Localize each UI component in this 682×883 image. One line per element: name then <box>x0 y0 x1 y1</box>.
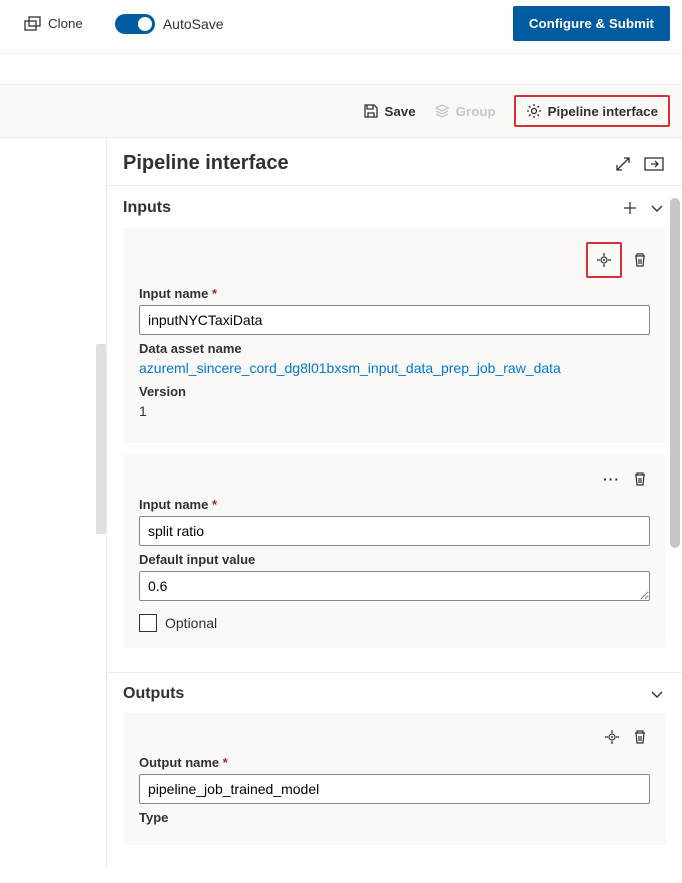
locate-icon[interactable] <box>594 250 614 270</box>
dock-icon[interactable] <box>642 154 666 174</box>
version-label: Version <box>139 384 650 399</box>
autosave-label: AutoSave <box>163 16 224 32</box>
autosave-toggle-group: AutoSave <box>115 14 224 34</box>
outputs-section: Outputs Output name * Ty <box>107 672 682 869</box>
output-name-field[interactable] <box>139 774 650 804</box>
group-button: Group <box>434 103 496 119</box>
card-actions <box>139 727 650 747</box>
delete-icon[interactable] <box>630 469 650 489</box>
optional-checkbox[interactable] <box>139 614 157 632</box>
toolbar: Save Group Pipeline interface <box>0 84 682 138</box>
data-asset-label: Data asset name <box>139 341 650 356</box>
main: Pipeline interface Inputs <box>0 138 682 869</box>
left-gutter <box>0 138 106 869</box>
group-icon <box>434 103 450 119</box>
resize-handle[interactable] <box>96 344 106 534</box>
optional-label: Optional <box>165 615 217 631</box>
pipeline-interface-label: Pipeline interface <box>548 104 658 119</box>
collapse-inputs-button[interactable] <box>648 199 666 217</box>
panel-header: Pipeline interface <box>107 138 682 185</box>
card-actions <box>139 242 650 278</box>
collapse-outputs-button[interactable] <box>648 685 666 703</box>
default-value-label: Default input value <box>139 552 650 567</box>
save-button[interactable]: Save <box>363 103 416 119</box>
input-card: Input name * Data asset name azureml_sin… <box>123 228 666 443</box>
top-bar: Clone AutoSave Configure & Submit <box>0 0 682 54</box>
scrollbar[interactable] <box>670 198 680 548</box>
default-value-field[interactable]: 0.6 <box>139 571 650 601</box>
clone-icon <box>24 16 42 32</box>
clone-button[interactable]: Clone <box>24 16 83 32</box>
delete-icon[interactable] <box>630 727 650 747</box>
output-name-label: Output name * <box>139 755 650 770</box>
delete-icon[interactable] <box>630 250 650 270</box>
inputs-section: Inputs <box>107 185 682 672</box>
outputs-title: Outputs <box>123 685 648 703</box>
input-name-field[interactable] <box>139 516 650 546</box>
clone-label: Clone <box>48 16 83 31</box>
outputs-section-header: Outputs <box>123 685 666 703</box>
input-name-field[interactable] <box>139 305 650 335</box>
input-name-label: Input name * <box>139 286 650 301</box>
add-input-button[interactable] <box>620 198 640 218</box>
data-asset-link[interactable]: azureml_sincere_cord_dg8l01bxsm_input_da… <box>139 360 650 376</box>
gear-icon <box>526 103 542 119</box>
output-card: Output name * Type <box>123 713 666 845</box>
inputs-title: Inputs <box>123 199 620 217</box>
output-type-label: Type <box>139 810 650 825</box>
configure-submit-button[interactable]: Configure & Submit <box>513 6 670 41</box>
input-card: ··· Input name * Default input value 0.6… <box>123 455 666 648</box>
save-label: Save <box>385 104 416 119</box>
group-label: Group <box>456 104 496 119</box>
optional-row: Optional <box>139 614 650 632</box>
panel-title: Pipeline interface <box>123 152 604 175</box>
locate-icon[interactable] <box>602 727 622 747</box>
more-icon[interactable]: ··· <box>601 469 622 489</box>
inputs-section-header: Inputs <box>123 198 666 218</box>
autosave-toggle[interactable] <box>115 14 155 34</box>
version-value: 1 <box>139 403 650 419</box>
input-name-label: Input name * <box>139 497 650 512</box>
pipeline-interface-panel: Pipeline interface Inputs <box>106 138 682 869</box>
locate-highlight <box>586 242 622 278</box>
expand-icon[interactable] <box>612 153 634 175</box>
card-actions: ··· <box>139 469 650 489</box>
pipeline-interface-button[interactable]: Pipeline interface <box>514 95 670 127</box>
save-icon <box>363 103 379 119</box>
